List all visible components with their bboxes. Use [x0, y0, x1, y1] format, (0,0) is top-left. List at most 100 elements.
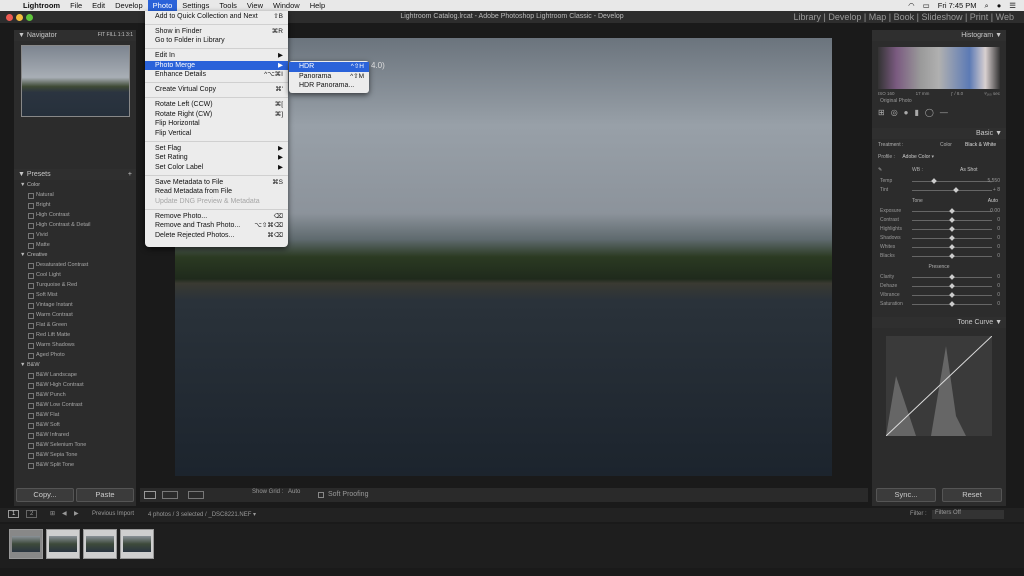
- photo-menu-item[interactable]: Delete Rejected Photos... ⌘⌫: [145, 231, 288, 241]
- preset-item[interactable]: Warm Contrast: [14, 310, 136, 320]
- slider-row[interactable]: Highlights 0: [872, 225, 1006, 234]
- wb-value[interactable]: As Shot: [960, 163, 978, 177]
- basic-header[interactable]: Basic ▼: [872, 128, 1006, 139]
- slider-value[interactable]: 0: [997, 216, 1000, 225]
- loupe-view-icon[interactable]: [144, 491, 156, 499]
- submenu-item[interactable]: HDR Panorama...: [289, 81, 369, 91]
- slider-knob[interactable]: [949, 274, 955, 280]
- preset-item[interactable]: Natural: [14, 190, 136, 200]
- search-icon[interactable]: ⌕: [985, 1, 989, 11]
- navigator-preview[interactable]: [21, 45, 130, 117]
- menu-list-icon[interactable]: ☰: [1009, 1, 1016, 10]
- presets-header[interactable]: ▼ Presets +: [14, 169, 136, 180]
- preset-item[interactable]: High Contrast: [14, 210, 136, 220]
- before-after-icon[interactable]: [162, 491, 178, 499]
- preset-item[interactable]: B&W Punch: [14, 390, 136, 400]
- photo-menu-item[interactable]: Show in Finder ⌘R: [145, 27, 288, 37]
- preset-group[interactable]: ▼ Creative: [14, 250, 136, 260]
- back-arrow-icon[interactable]: ◀: [62, 510, 67, 517]
- tool-strip[interactable]: ⊞◎●▮◯—: [872, 108, 1006, 124]
- original-photo-label[interactable]: Original Photo: [872, 98, 1006, 104]
- add-preset-icon[interactable]: +: [128, 169, 136, 180]
- preset-item[interactable]: Flat & Green: [14, 320, 136, 330]
- slider-row[interactable]: Vibrance 0: [872, 291, 1006, 300]
- photo-menu-item[interactable]: Read Metadata from File: [145, 187, 288, 197]
- submenu-item[interactable]: HDR ^⇧H: [289, 62, 369, 72]
- navigator-header[interactable]: ▼ Navigator FIT FILL 1:1 3:1: [14, 30, 136, 41]
- treatment-color[interactable]: Color: [940, 139, 952, 151]
- slider-value[interactable]: 0: [997, 243, 1000, 252]
- temp-value[interactable]: 5,550: [987, 177, 1000, 186]
- film-thumb[interactable]: [46, 529, 80, 559]
- wifi-icon[interactable]: ◠: [908, 1, 915, 10]
- film-thumb[interactable]: [9, 529, 43, 559]
- photo-menu-item[interactable]: Save Metadata to File ⌘S: [145, 178, 288, 188]
- menu-develop[interactable]: Develop: [110, 0, 148, 11]
- filter-select[interactable]: Filters Off: [932, 510, 1004, 519]
- tone-auto-button[interactable]: Auto: [988, 195, 998, 207]
- treatment-bw[interactable]: Black & White: [965, 139, 996, 151]
- navigator-zoom[interactable]: FIT FILL 1:1 3:1: [98, 30, 136, 41]
- photo-menu-item[interactable]: Flip Vertical: [145, 129, 288, 139]
- menu-photo[interactable]: Photo: [147, 0, 178, 11]
- tint-value[interactable]: + 8: [993, 186, 1000, 195]
- film-thumb[interactable]: [83, 529, 117, 559]
- grid-auto[interactable]: Auto: [288, 489, 300, 495]
- menu-help[interactable]: Help: [305, 0, 330, 11]
- preset-item[interactable]: High Contrast & Detail: [14, 220, 136, 230]
- preset-item[interactable]: Warm Shadows: [14, 340, 136, 350]
- slider-value[interactable]: 0: [997, 252, 1000, 261]
- photo-menu-item[interactable]: Remove and Trash Photo... ⌥⇧⌘⌫: [145, 221, 288, 231]
- histogram[interactable]: [878, 47, 1000, 89]
- menu-view[interactable]: View: [242, 0, 268, 11]
- slider-value[interactable]: 0: [997, 273, 1000, 282]
- battery-icon[interactable]: ▭: [923, 1, 930, 10]
- tone-curve-graph[interactable]: [886, 336, 992, 436]
- reset-button[interactable]: Reset: [942, 488, 1002, 502]
- slider-knob[interactable]: [949, 226, 955, 232]
- menu-tools[interactable]: Tools: [214, 0, 242, 11]
- photo-menu-item[interactable]: Photo Merge ▶: [145, 60, 288, 71]
- slider-row[interactable]: Exposure 0.00: [872, 207, 1006, 216]
- slider-knob[interactable]: [949, 292, 955, 298]
- grid-icon[interactable]: ⊞: [50, 510, 55, 517]
- menu-file[interactable]: File: [65, 0, 87, 11]
- preset-item[interactable]: Desaturated Contrast: [14, 260, 136, 270]
- photo-menu-item[interactable]: Edit In ▶: [145, 51, 288, 61]
- menu-edit[interactable]: Edit: [87, 0, 110, 11]
- photo-menu-item[interactable]: Set Flag ▶: [145, 144, 288, 154]
- slider-row[interactable]: Clarity 0: [872, 273, 1006, 282]
- filmstrip-count[interactable]: 4 photos / 3 selected / _DSC8221.NEF ▾: [148, 511, 256, 518]
- preset-item[interactable]: Vintage Instant: [14, 300, 136, 310]
- menu-settings[interactable]: Settings: [177, 0, 214, 11]
- forward-arrow-icon[interactable]: ▶: [74, 510, 79, 517]
- copy-button[interactable]: Copy...: [16, 488, 74, 502]
- preset-item[interactable]: B&W Infrared: [14, 430, 136, 440]
- histogram-header[interactable]: Histogram ▼: [872, 30, 1006, 41]
- profile-value[interactable]: Adobe Color: [902, 154, 930, 160]
- photo-menu-item[interactable]: Go to Folder in Library: [145, 36, 288, 46]
- preset-item[interactable]: Matte: [14, 240, 136, 250]
- yy-view-icon[interactable]: [188, 491, 204, 499]
- slider-value[interactable]: 0: [997, 291, 1000, 300]
- photo-menu-item[interactable]: Rotate Left (CCW) ⌘[: [145, 100, 288, 110]
- minimize-icon[interactable]: [16, 14, 23, 21]
- slider-row[interactable]: Whites 0: [872, 243, 1006, 252]
- preset-item[interactable]: Vivid: [14, 230, 136, 240]
- film-thumb[interactable]: [120, 529, 154, 559]
- eyedropper-icon[interactable]: ✎: [878, 167, 882, 173]
- photo-menu-item[interactable]: Create Virtual Copy ⌘': [145, 85, 288, 95]
- photo-menu-item[interactable]: Rotate Right (CW) ⌘]: [145, 110, 288, 120]
- photo-menu-item[interactable]: Enhance Details ^⌥⌘I: [145, 70, 288, 80]
- module-picker[interactable]: Library | Develop | Map | Book | Slidesh…: [794, 11, 1014, 24]
- slider-knob[interactable]: [949, 244, 955, 250]
- slider-knob[interactable]: [949, 208, 955, 214]
- slider-knob[interactable]: [949, 235, 955, 241]
- preset-item[interactable]: B&W Split Tone: [14, 460, 136, 470]
- paste-button[interactable]: Paste: [76, 488, 134, 502]
- preset-group[interactable]: ▼ Color: [14, 180, 136, 190]
- preset-item[interactable]: B&W High Contrast: [14, 380, 136, 390]
- preset-item[interactable]: B&W Soft: [14, 420, 136, 430]
- photo-menu-item[interactable]: Set Color Label ▶: [145, 163, 288, 173]
- preset-item[interactable]: Red Lift Matte: [14, 330, 136, 340]
